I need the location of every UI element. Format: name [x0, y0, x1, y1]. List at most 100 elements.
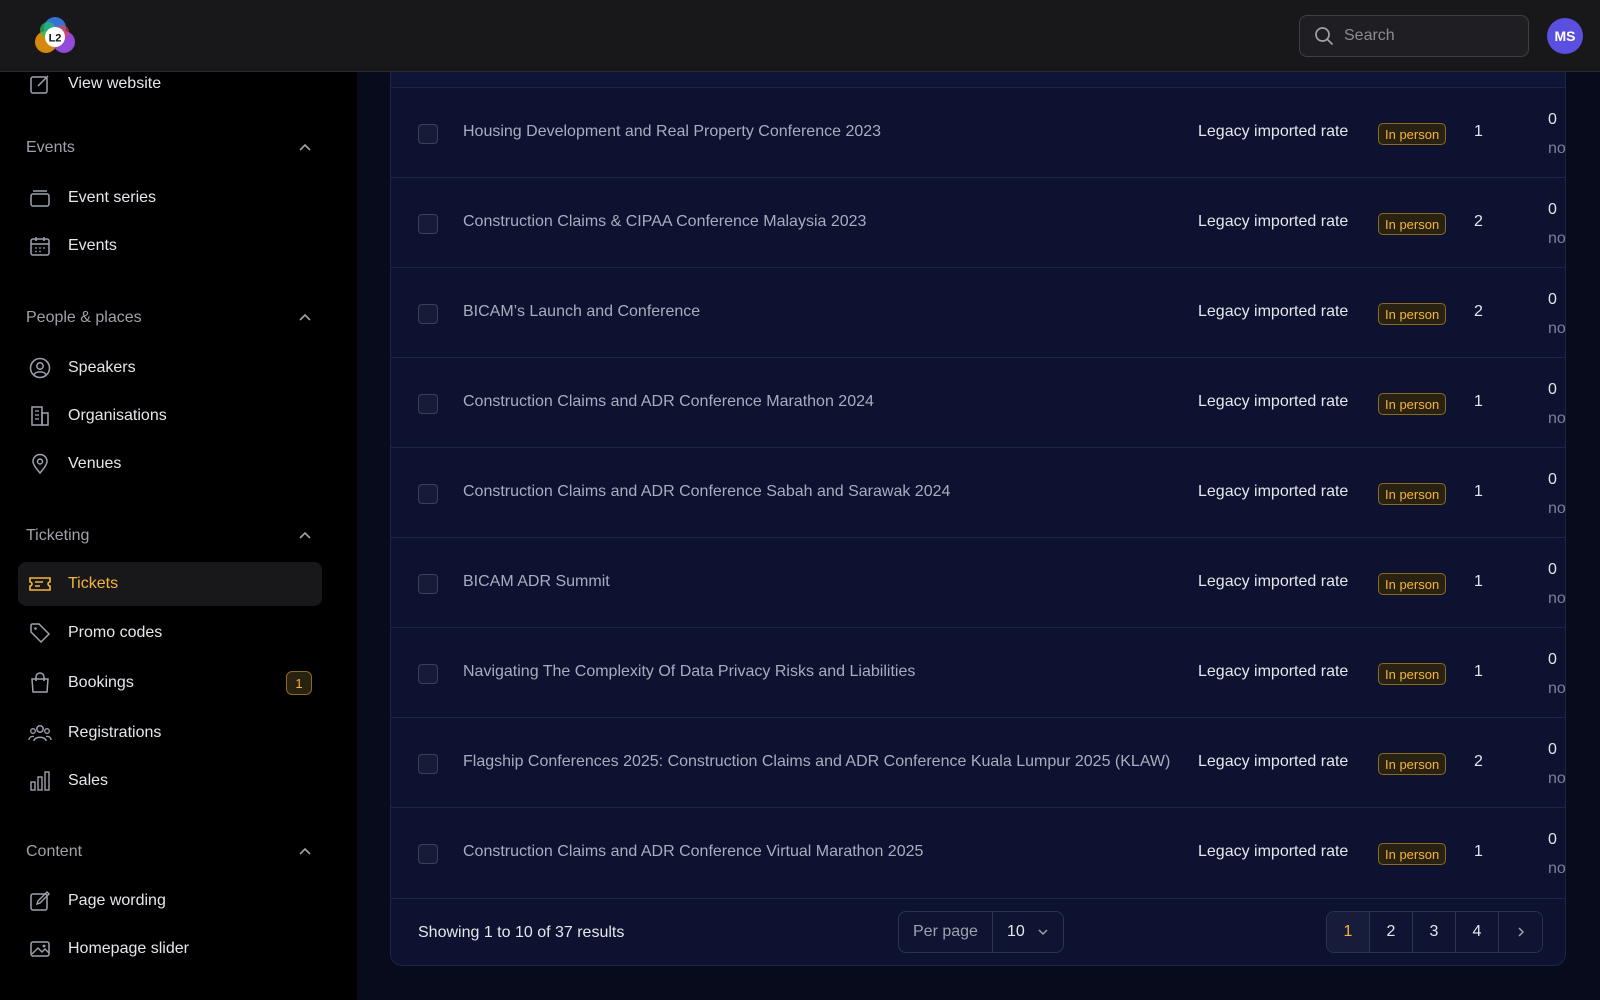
tag-icon	[28, 621, 52, 645]
chevron-up-icon	[299, 143, 311, 151]
section-title: Content	[26, 843, 83, 860]
sidebar-item-promo-codes[interactable]: Promo codes	[18, 611, 322, 655]
sidebar-item-event-series[interactable]: Event series	[18, 176, 322, 220]
ticket-event-name[interactable]: BICAM ADR Summit	[463, 573, 610, 591]
ticket-event-name[interactable]: Construction Claims and ADR Conference S…	[463, 483, 950, 501]
user-avatar[interactable]: MS	[1547, 18, 1583, 54]
ticket-sold-subtext: no	[1548, 320, 1566, 337]
ticket-rate-name: Legacy imported rate	[1198, 123, 1349, 140]
external-edit-icon	[28, 72, 52, 96]
ticket-event-name[interactable]: Housing Development and Real Property Co…	[463, 123, 881, 141]
page-button-3[interactable]: 3	[1413, 912, 1456, 952]
chevron-up-icon	[299, 313, 311, 321]
app-logo[interactable]: L2	[32, 14, 78, 60]
bookings-count-badge: 1	[286, 671, 312, 695]
search-box[interactable]	[1299, 15, 1529, 57]
row-checkbox[interactable]	[418, 484, 438, 504]
row-checkbox[interactable]	[418, 304, 438, 324]
ticket-event-name[interactable]: Flagship Conferences 2025: Construction …	[463, 753, 1170, 771]
chevron-right-icon	[1517, 927, 1524, 937]
attendance-mode-badge: In person	[1378, 213, 1447, 235]
next-page-button[interactable]	[1499, 912, 1542, 952]
attendance-mode-badge: In person	[1378, 753, 1447, 775]
section-title: Events	[26, 139, 75, 156]
sidebar-item-label: Promo codes	[68, 624, 163, 641]
ticket-rate-name: Legacy imported rate	[1198, 483, 1349, 500]
ticket-event-name[interactable]: Construction Claims & CIPAA Conference M…	[463, 213, 866, 231]
page-button-2[interactable]: 2	[1370, 912, 1413, 952]
sidebar-item-bookings[interactable]: Bookings 1	[18, 661, 322, 705]
sidebar-item-speakers[interactable]: Speakers	[18, 346, 322, 390]
ticket-sold-count: 0	[1548, 561, 1557, 578]
sidebar-item-events[interactable]: Events	[18, 224, 322, 268]
per-page-value-wrap: 10	[993, 923, 1063, 941]
table-row[interactable]: BICAM’s Launch and Conference Legacy impo…	[391, 267, 1566, 357]
attendance-mode-badge: In person	[1378, 663, 1447, 685]
ticket-sold-count: 0	[1548, 741, 1557, 758]
top-bar: L2 MS	[0, 0, 1600, 72]
section-events[interactable]: Events	[26, 136, 312, 160]
bar-chart-icon	[28, 769, 52, 793]
row-checkbox[interactable]	[418, 214, 438, 234]
pencil-square-icon	[28, 889, 52, 913]
ticket-icon	[28, 572, 52, 596]
section-ticketing[interactable]: Ticketing	[26, 524, 312, 548]
page-button-1[interactable]: 1	[1327, 912, 1370, 952]
ticket-sold-count: 0	[1548, 111, 1557, 128]
ticket-rate-name: Legacy imported rate	[1198, 753, 1349, 770]
ticket-sold-count: 0	[1548, 651, 1557, 668]
table-row[interactable]: Construction Claims and ADR Conference V…	[391, 807, 1566, 897]
calendar-icon	[28, 234, 52, 258]
ticket-sold-count: 0	[1548, 201, 1557, 218]
attendance-mode-badge: In person	[1378, 573, 1447, 595]
ticket-quantity: 2	[1474, 303, 1483, 320]
section-people-places[interactable]: People & places	[26, 306, 312, 330]
attendance-mode-badge: In person	[1378, 123, 1447, 145]
sidebar-item-venues[interactable]: Venues	[18, 442, 322, 486]
ticket-rate-name: Legacy imported rate	[1198, 393, 1349, 410]
page-button-4[interactable]: 4	[1456, 912, 1499, 952]
sidebar-item-label: Tickets	[68, 575, 119, 592]
ticket-event-name[interactable]: Construction Claims and ADR Conference V…	[463, 843, 923, 861]
ticket-quantity: 2	[1474, 753, 1483, 770]
per-page-label: Per page	[899, 912, 993, 952]
row-checkbox[interactable]	[418, 754, 438, 774]
table-row[interactable]: Housing Development and Real Property Co…	[391, 87, 1565, 177]
section-title: People & places	[26, 309, 142, 326]
row-checkbox[interactable]	[418, 394, 438, 414]
ticket-sold-subtext: no	[1548, 860, 1566, 877]
ticket-event-name[interactable]: BICAM’s Launch and Conference	[463, 303, 700, 321]
sidebar-item-organisations[interactable]: Organisations	[18, 394, 322, 438]
sidebar-item-view-website[interactable]: View website	[18, 72, 322, 106]
sidebar-item-registrations[interactable]: Registrations	[18, 711, 322, 755]
sidebar-item-label: Page wording	[68, 892, 166, 909]
sidebar-item-homepage-slider[interactable]: Homepage slider	[18, 927, 322, 971]
chevron-up-icon	[299, 847, 311, 855]
attendance-mode-badge: In person	[1378, 483, 1447, 505]
ticket-event-name[interactable]: Construction Claims and ADR Conference M…	[463, 393, 874, 411]
table-row[interactable]: BICAM ADR Summit Legacy imported rate In p…	[391, 537, 1565, 627]
section-content[interactable]: Content	[26, 840, 312, 864]
sidebar-item-page-wording[interactable]: Page wording	[18, 879, 322, 923]
table-footer: Showing 1 to 10 of 37 results Per page 1…	[391, 898, 1565, 965]
ticket-quantity: 1	[1474, 123, 1483, 140]
row-checkbox[interactable]	[418, 664, 438, 684]
row-checkbox[interactable]	[418, 124, 438, 144]
row-checkbox[interactable]	[418, 844, 438, 864]
map-pin-icon	[28, 452, 52, 476]
per-page-select[interactable]: Per page 10	[898, 911, 1064, 953]
table-row[interactable]: Construction Claims and ADR Conference S…	[391, 447, 1565, 537]
table-row[interactable]: Construction Claims & CIPAA Conference M…	[391, 177, 1565, 267]
row-checkbox[interactable]	[418, 574, 438, 594]
ticket-event-name[interactable]: Navigating The Complexity Of Data Privac…	[463, 663, 915, 681]
ticket-quantity: 1	[1474, 663, 1483, 680]
table-row[interactable]: Construction Claims and ADR Conference M…	[391, 357, 1565, 447]
sidebar-item-sales[interactable]: Sales	[18, 759, 322, 803]
users-icon	[28, 721, 52, 745]
table-row[interactable]: Flagship Conferences 2025: Construction …	[391, 717, 1565, 807]
search-input[interactable]	[1344, 27, 1514, 45]
table-row[interactable]: Navigating The Complexity Of Data Privac…	[391, 627, 1565, 717]
sidebar-item-tickets[interactable]: Tickets	[18, 562, 322, 606]
chevron-up-icon	[299, 531, 311, 539]
image-icon	[28, 937, 52, 961]
